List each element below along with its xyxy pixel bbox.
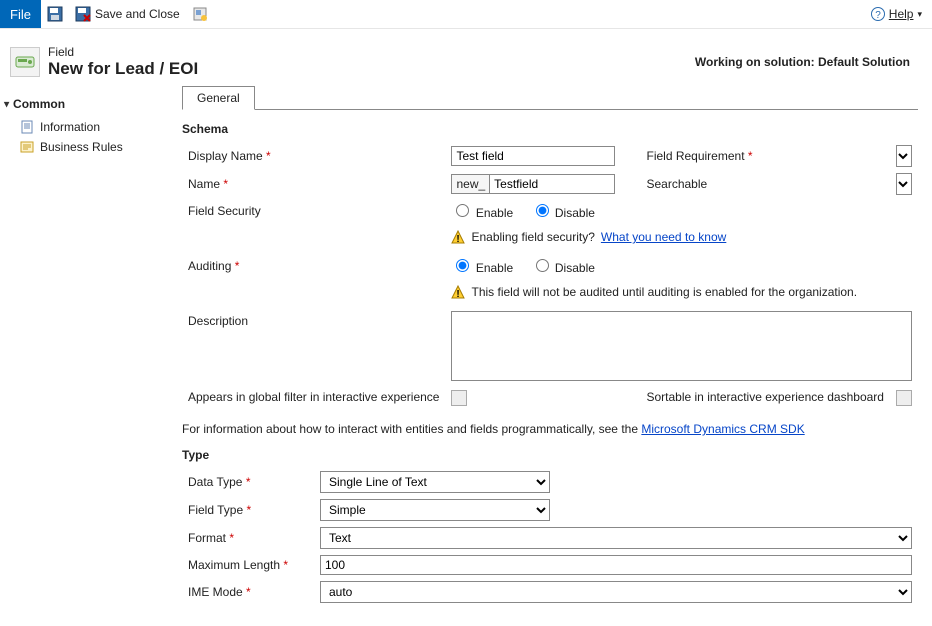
- sidebar-item-label: Information: [40, 120, 100, 134]
- format-select[interactable]: Text: [320, 527, 912, 549]
- field-security-warning: ! Enabling field security? What you need…: [451, 230, 912, 244]
- auditing-warning: ! This field will not be audited until a…: [451, 285, 912, 299]
- label-data-type: Data Type: [182, 468, 314, 496]
- field-security-disable[interactable]: Disable: [531, 206, 595, 220]
- label-ime-mode: IME Mode: [182, 578, 314, 606]
- save-and-close-button[interactable]: Save and Close: [69, 0, 186, 28]
- label-display-name: Display Name: [182, 142, 445, 170]
- save-close-icon: [75, 6, 91, 22]
- help-label: Help: [889, 7, 914, 21]
- rules-icon: [20, 140, 34, 154]
- doc-icon: [20, 120, 34, 134]
- label-max-length: Maximum Length: [182, 552, 314, 578]
- warning-icon: !: [451, 285, 465, 299]
- name-input[interactable]: [489, 174, 615, 194]
- label-description: Description: [182, 308, 445, 387]
- toolbar: File Save and Close ? Help ▾: [0, 0, 932, 29]
- save-button[interactable]: [41, 0, 69, 28]
- warning-icon: !: [451, 230, 465, 244]
- svg-text:?: ?: [875, 10, 881, 21]
- display-name-input[interactable]: [451, 146, 614, 166]
- help-link[interactable]: ? Help ▾: [861, 0, 932, 28]
- label-sortable-dash: Sortable in interactive experience dashb…: [640, 387, 890, 412]
- tab-general[interactable]: General: [182, 86, 255, 110]
- section-schema: Schema: [182, 122, 918, 136]
- caret-down-icon: ▾: [917, 9, 922, 20]
- field-security-learn-link[interactable]: What you need to know: [601, 230, 726, 244]
- content-panel: General Schema Display Name Field Requir…: [174, 85, 932, 626]
- auditing-disable[interactable]: Disable: [531, 261, 595, 275]
- sdk-link[interactable]: Microsoft Dynamics CRM SDK: [641, 422, 804, 436]
- page-header: Field New for Lead / EOI Working on solu…: [0, 29, 932, 85]
- field-type-select[interactable]: Simple: [320, 499, 550, 521]
- sidebar-item-label: Business Rules: [40, 140, 123, 154]
- label-name: Name: [182, 170, 445, 198]
- auditing-enable[interactable]: Enable: [451, 261, 513, 275]
- save-and-close-label: Save and Close: [95, 7, 180, 21]
- tabstrip: General: [182, 85, 918, 110]
- label-field-requirement: Field Requirement: [640, 142, 890, 170]
- label-searchable: Searchable: [640, 170, 890, 198]
- label-appears-in-filter: Appears in global filter in interactive …: [182, 387, 445, 412]
- help-icon: ?: [871, 7, 885, 21]
- sortable-dash-checkbox: [896, 390, 912, 406]
- file-menu-label: File: [10, 7, 31, 22]
- section-type: Type: [182, 448, 918, 462]
- save-icon: [47, 6, 63, 22]
- field-entity-icon: [10, 47, 40, 77]
- schema-form: Display Name Field Requirement Optional …: [182, 142, 918, 412]
- svg-text:!: !: [457, 289, 460, 299]
- file-menu[interactable]: File: [0, 0, 41, 28]
- breadcrumb: Field: [48, 45, 198, 59]
- ime-mode-select[interactable]: auto: [320, 581, 912, 603]
- solution-note: Working on solution: Default Solution: [695, 55, 922, 69]
- actions-icon: [192, 6, 208, 22]
- searchable-select[interactable]: Yes: [896, 173, 912, 195]
- label-format: Format: [182, 524, 314, 552]
- sidebar-item-business-rules[interactable]: Business Rules: [4, 137, 174, 157]
- page-title: New for Lead / EOI: [48, 59, 198, 79]
- sidebar: Common Information Business Rules: [0, 85, 174, 157]
- appears-in-filter-checkbox: [451, 390, 467, 406]
- field-requirement-select[interactable]: Optional: [896, 145, 912, 167]
- type-form: Data Type Single Line of Text Field Type…: [182, 468, 918, 606]
- label-field-security: Field Security: [182, 198, 445, 223]
- max-length-input[interactable]: [320, 555, 912, 575]
- description-input[interactable]: [451, 311, 912, 381]
- actions-button[interactable]: [186, 0, 214, 28]
- field-security-enable[interactable]: Enable: [451, 206, 513, 220]
- label-auditing: Auditing: [182, 253, 445, 278]
- sidebar-item-information[interactable]: Information: [4, 117, 174, 137]
- svg-text:!: !: [457, 234, 460, 244]
- sidebar-group-common[interactable]: Common: [4, 97, 174, 111]
- data-type-select[interactable]: Single Line of Text: [320, 471, 550, 493]
- name-prefix: new_: [451, 174, 489, 194]
- label-field-type: Field Type: [182, 496, 314, 524]
- sdk-note: For information about how to interact wi…: [182, 422, 918, 436]
